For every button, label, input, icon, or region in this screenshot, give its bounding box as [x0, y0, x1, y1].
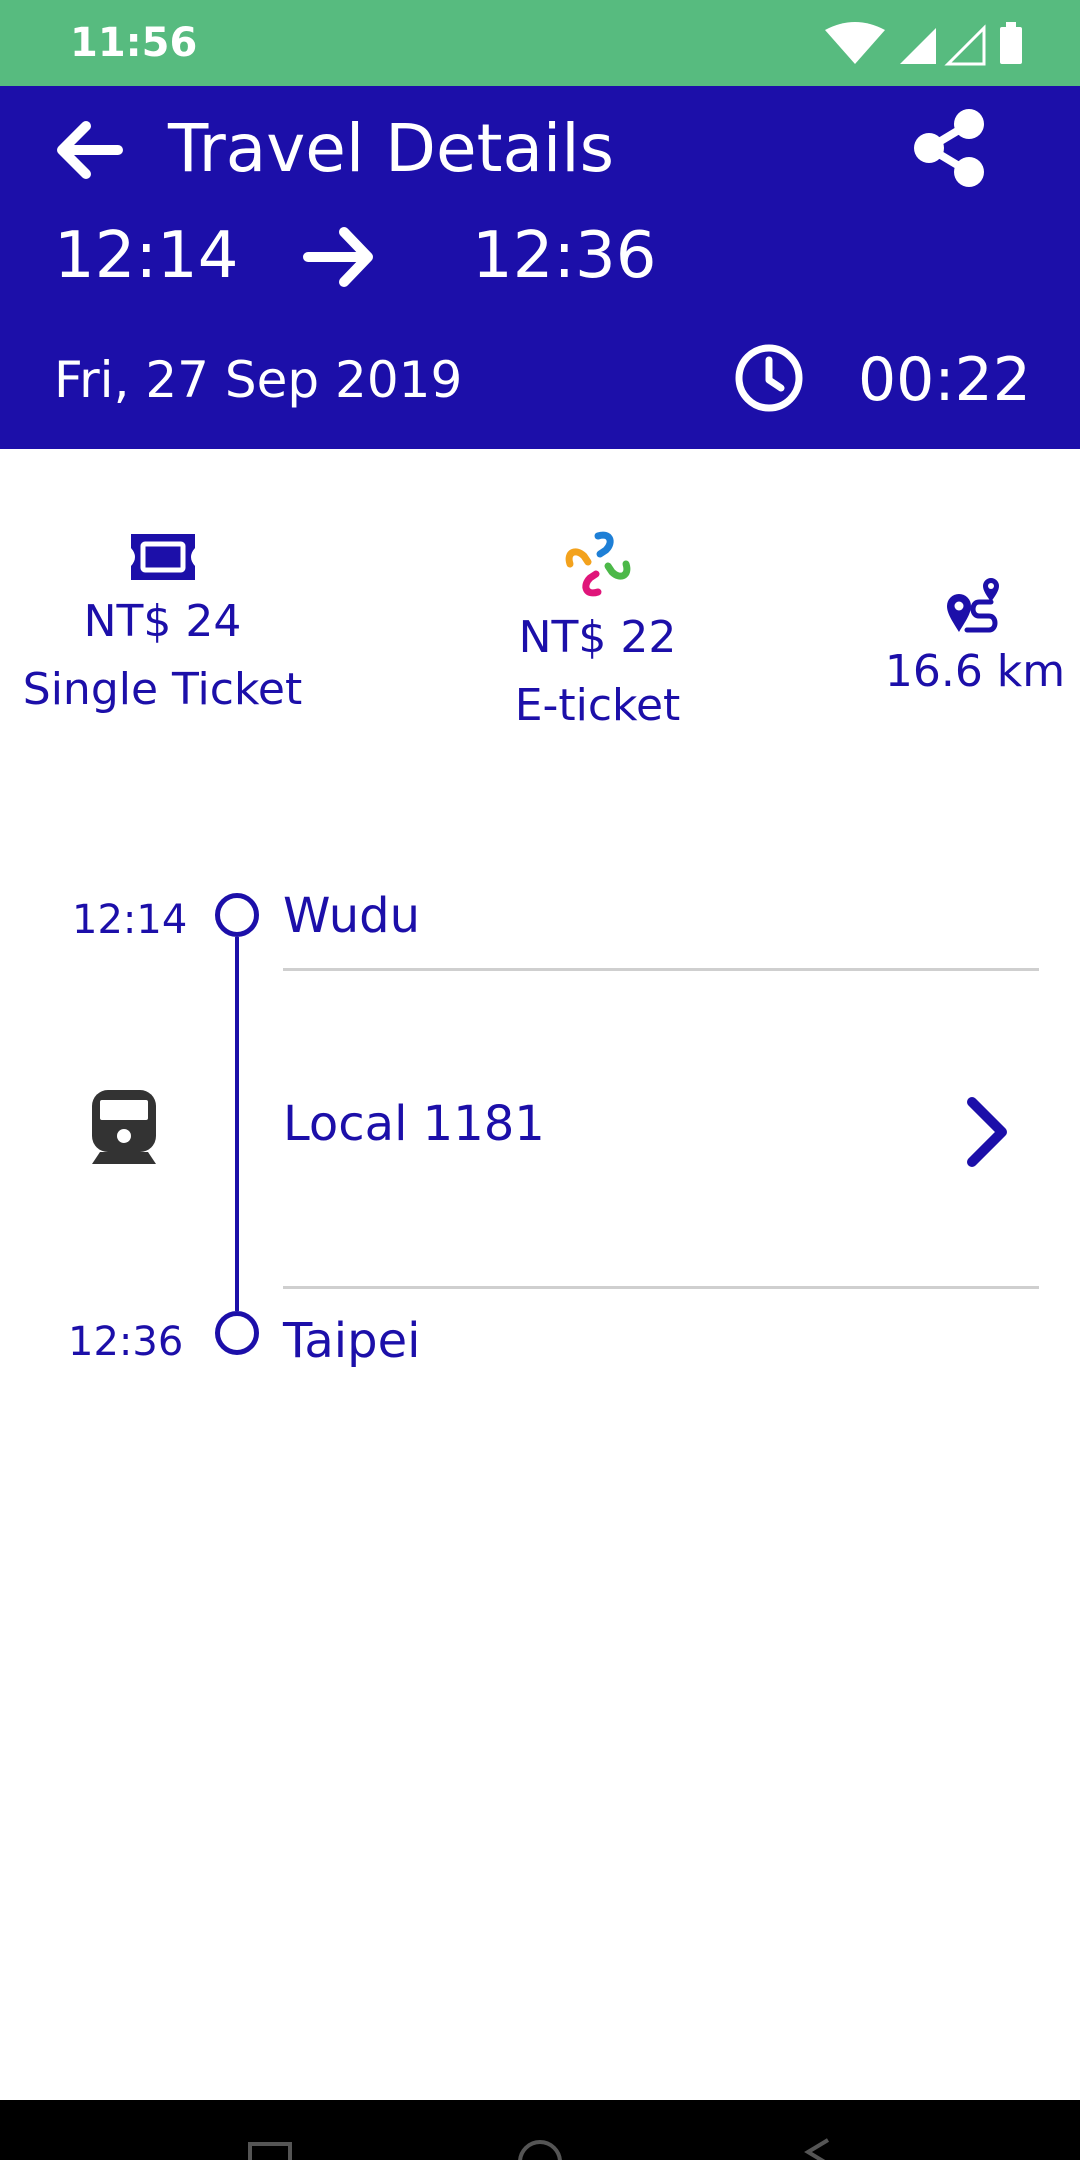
- divider: [283, 1286, 1039, 1289]
- departure-time-label: 12:14: [72, 897, 188, 943]
- single-ticket-price: NT$ 24: [83, 596, 242, 647]
- train-service-name: Local 1181: [283, 1096, 545, 1152]
- eticket-label: E-ticket: [514, 680, 681, 731]
- wifi-icon: [825, 22, 885, 64]
- train-service-row[interactable]: Local 1181: [283, 1086, 1023, 1176]
- back-button[interactable]: [48, 110, 128, 190]
- fare-card-eticket: NT$ 22 E-ticket: [450, 528, 745, 740]
- recents-icon[interactable]: [248, 2142, 292, 2164]
- header: Travel Details 12:14 12:36 Fri, 27 Sep 2…: [0, 86, 1080, 449]
- distance-card: 16.6 km: [880, 572, 1070, 706]
- arrival-node-icon: [215, 1311, 259, 1355]
- clock-icon: [733, 342, 805, 414]
- single-ticket-label: Single Ticket: [22, 664, 303, 715]
- arrival-time: 12:36: [472, 219, 657, 293]
- arrival-station: Taipei: [283, 1313, 421, 1369]
- departure-time: 12:14: [54, 219, 239, 293]
- page-title: Travel Details: [168, 110, 614, 187]
- arrow-left-icon: [57, 121, 123, 179]
- distance-value: 16.6 km: [884, 646, 1066, 697]
- signal-empty-icon: [944, 24, 986, 66]
- departure-node-icon: [215, 893, 259, 937]
- status-bar: 11:56: [0, 0, 1080, 86]
- eticket-price: NT$ 22: [518, 612, 677, 663]
- share-button[interactable]: [905, 104, 995, 194]
- share-icon: [914, 109, 984, 187]
- travel-date: Fri, 27 Sep 2019: [54, 351, 463, 409]
- navigation-bar: [0, 2100, 1080, 2164]
- train-icon: [88, 1088, 160, 1166]
- timeline-line: [235, 937, 239, 1311]
- home-icon[interactable]: [518, 2140, 562, 2164]
- divider: [283, 968, 1039, 971]
- arrow-right-icon: [300, 220, 380, 294]
- signal-icon: [900, 28, 936, 64]
- arrival-time-label: 12:36: [68, 1319, 184, 1365]
- route-icon: [947, 578, 999, 633]
- ticket-icon: [130, 534, 195, 580]
- status-time: 11:56: [70, 20, 198, 66]
- departure-station: Wudu: [283, 888, 421, 944]
- eticket-logo-icon: [565, 531, 630, 597]
- fare-card-single: NT$ 24 Single Ticket: [10, 530, 315, 724]
- back-nav-icon[interactable]: [804, 2138, 830, 2164]
- chevron-right-icon: [958, 1094, 1018, 1170]
- battery-icon: [1000, 22, 1022, 64]
- trip-duration: 00:22: [858, 345, 1031, 415]
- status-icons: [820, 18, 1030, 68]
